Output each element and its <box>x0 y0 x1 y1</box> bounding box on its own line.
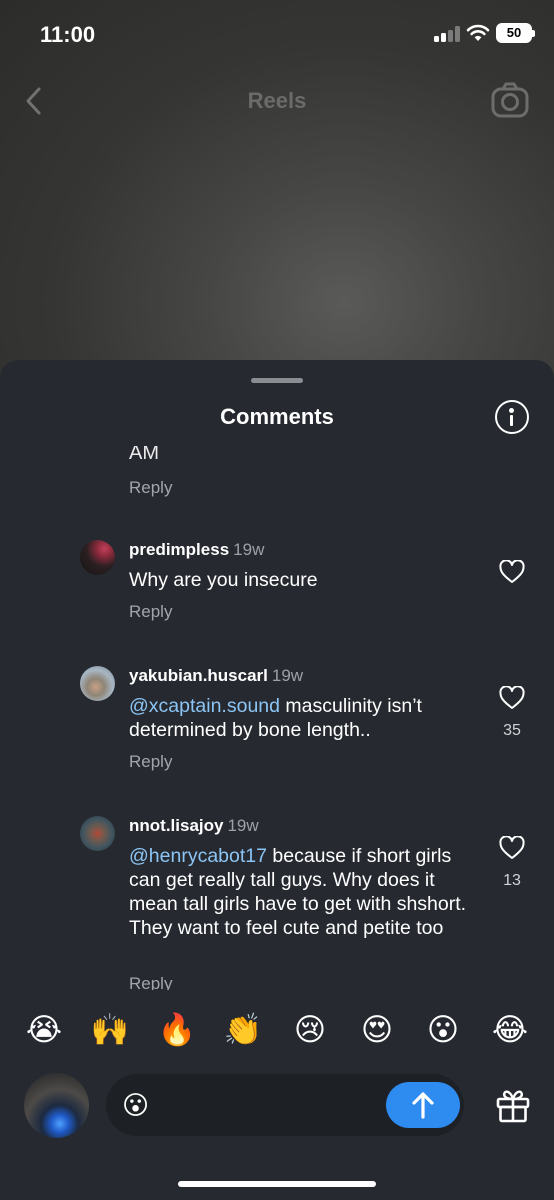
fire-emoji-button[interactable]: 🔥 <box>157 1010 197 1050</box>
emoji-reaction-bar: 😭 🙌 🔥 👏 😢 😍 😮 😂 <box>0 1010 554 1050</box>
comment-text: @xcaptain.sound masculinity isn’t determ… <box>129 694 479 742</box>
clapping-hands-emoji-button[interactable]: 👏 <box>223 1010 263 1050</box>
arrow-up-icon <box>412 1092 434 1119</box>
my-avatar <box>24 1073 89 1138</box>
gift-icon[interactable] <box>494 1087 532 1123</box>
composer-emoji-text: 😮 <box>122 1090 150 1120</box>
avatar[interactable] <box>80 666 115 701</box>
comment-meta: yakubian.huscarl 19w <box>129 666 303 686</box>
battery-indicator: 50 <box>496 23 535 43</box>
comment-username[interactable]: nnot.lisajoy <box>129 816 223 835</box>
info-icon[interactable] <box>495 400 529 434</box>
reel-title: Reels <box>247 88 307 113</box>
reel-header: Reels <box>0 78 554 124</box>
cut-off-comment-text: AM <box>129 446 159 460</box>
camera-icon[interactable] <box>491 82 529 118</box>
comment-meta: nnot.lisajoy 19w <box>129 816 259 836</box>
crying-face-emoji-button[interactable]: 😢 <box>290 1010 330 1050</box>
comment-body: Why are you insecure <box>129 569 318 591</box>
comment-username[interactable]: predimpless <box>129 540 229 559</box>
sheet-grabber-handle[interactable] <box>251 378 303 383</box>
comment-text: @henrycabot17 because if short girls can… <box>129 844 479 940</box>
status-bar: 11:00 50 <box>0 0 554 70</box>
comment-time: 19w <box>233 540 265 559</box>
reply-button[interactable]: Reply <box>129 478 172 498</box>
heart-icon[interactable] <box>499 836 525 860</box>
comment-mention[interactable]: @xcaptain.sound <box>129 695 280 717</box>
cellular-signal-icon <box>434 26 460 42</box>
comment-text: Why are you insecure <box>129 568 479 592</box>
loudly-crying-emoji-button[interactable]: 😭 <box>24 1010 64 1050</box>
comment-meta: predimpless 19w <box>129 540 264 560</box>
status-time: 11:00 <box>40 22 96 47</box>
send-button[interactable] <box>386 1082 460 1128</box>
avatar[interactable] <box>80 816 115 851</box>
like-count: 13 <box>503 872 521 889</box>
comment-time: 19w <box>227 816 259 835</box>
avatar[interactable] <box>80 540 115 575</box>
comment-mention[interactable]: @henrycabot17 <box>129 845 267 867</box>
like-count: 35 <box>503 722 521 739</box>
comment-time: 19w <box>271 666 304 685</box>
heart-icon[interactable] <box>499 686 525 710</box>
wifi-icon <box>466 24 490 41</box>
comment-list[interactable]: AM Reply predimpless 19w Why are you inse… <box>0 446 554 990</box>
comment-username[interactable]: yakubian.huscarl <box>129 666 268 685</box>
reply-button[interactable]: Reply <box>129 752 172 772</box>
home-indicator <box>178 1181 376 1187</box>
heart-icon[interactable] <box>499 560 525 584</box>
tears-of-joy-emoji-button[interactable]: 😂 <box>490 1010 530 1050</box>
reply-button[interactable]: Reply <box>129 974 172 990</box>
raising-hands-emoji-button[interactable]: 🙌 <box>90 1010 130 1050</box>
heart-eyes-emoji-button[interactable]: 😍 <box>357 1010 397 1050</box>
sheet-title: Comments <box>220 404 334 429</box>
reply-button[interactable]: Reply <box>129 602 172 622</box>
surprised-face-emoji-button[interactable]: 😮 <box>423 1010 463 1050</box>
